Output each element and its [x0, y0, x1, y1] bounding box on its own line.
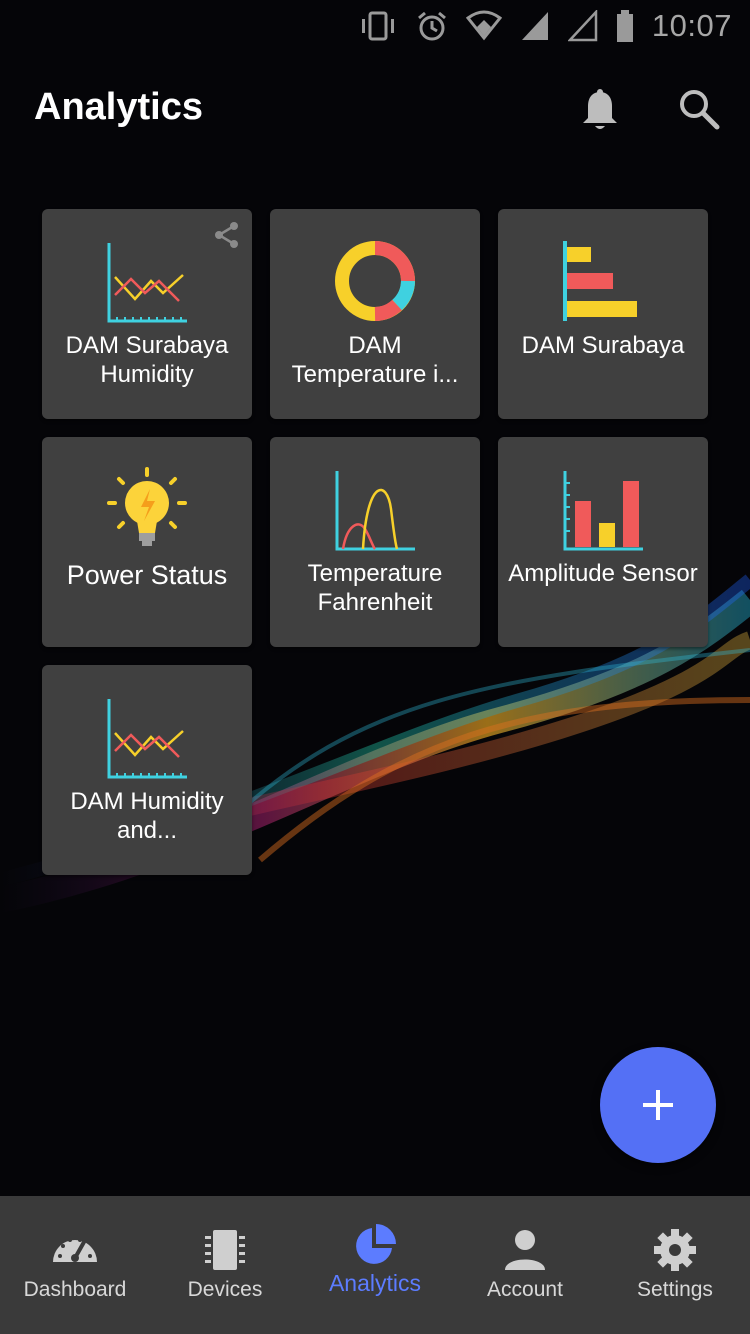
bell-icon[interactable]	[580, 88, 620, 132]
plus-icon	[643, 1090, 673, 1120]
page-title: Analytics	[34, 86, 203, 128]
horizontal-bar-chart-icon	[563, 241, 637, 321]
nav-label: Devices	[187, 1278, 263, 1301]
tile-dam-humidity-and[interactable]: DAM Humidity and...	[42, 665, 252, 875]
tile-amplitude-sensor[interactable]: Amplitude Sensor	[498, 437, 708, 647]
battery-icon	[616, 10, 633, 42]
tile-dam-surabaya-humidity[interactable]: DAM Surabaya Humidity	[42, 209, 252, 419]
tile-dam-temperature[interactable]: DAM Temperature i...	[270, 209, 480, 419]
nav-item-dashboard[interactable]: Dashboard	[0, 1196, 150, 1334]
speedometer-icon	[53, 1238, 97, 1262]
nav-label: Settings	[637, 1278, 713, 1301]
pie-chart-icon	[356, 1224, 396, 1264]
analytics-grid: DAM Surabaya Humidity DAM Temperature i.…	[42, 209, 722, 889]
add-button[interactable]	[600, 1047, 716, 1163]
person-icon	[505, 1230, 545, 1270]
tile-label: Power Status	[66, 560, 228, 590]
alarm-icon	[417, 11, 446, 41]
nav-label: Account	[487, 1278, 563, 1301]
donut-chart-icon	[335, 241, 415, 321]
bar-chart-icon	[563, 471, 643, 551]
tile-label: DAM Surabaya Humidity	[65, 332, 229, 388]
tile-dam-surabaya[interactable]: DAM Surabaya	[498, 209, 708, 419]
app-bar: Analytics	[0, 70, 750, 150]
signal-icon	[521, 12, 548, 40]
wifi-icon	[465, 10, 502, 41]
tile-label: Temperature Fahrenheit	[307, 560, 443, 616]
nav-item-settings[interactable]: Settings	[600, 1196, 750, 1334]
bottom-nav: Dashboard Devices Analytics Account Sett…	[0, 1196, 750, 1334]
line-chart-icon	[107, 243, 187, 323]
share-icon[interactable]	[214, 221, 240, 249]
tile-label: DAM Temperature i...	[291, 332, 459, 388]
nav-label: Dashboard	[23, 1278, 127, 1301]
gear-icon	[654, 1229, 696, 1271]
search-icon[interactable]	[678, 88, 720, 130]
tile-label: DAM Humidity and...	[70, 788, 224, 844]
nav-label: Analytics	[328, 1270, 422, 1296]
tile-temperature-fahrenheit[interactable]: Temperature Fahrenheit	[270, 437, 480, 647]
tile-power-status[interactable]: Power Status	[42, 437, 252, 647]
area-curve-chart-icon	[335, 471, 415, 551]
chip-icon	[205, 1230, 245, 1270]
nav-item-account[interactable]: Account	[450, 1196, 600, 1334]
tile-label: Amplitude Sensor	[508, 560, 698, 587]
signal-empty-icon	[567, 10, 598, 42]
status-time: 10:07	[651, 8, 732, 43]
status-bar: 10:07	[0, 0, 750, 52]
tile-label: DAM Surabaya	[521, 332, 685, 359]
line-chart-icon	[107, 699, 187, 779]
nav-item-analytics[interactable]: Analytics	[300, 1196, 450, 1334]
nav-item-devices[interactable]: Devices	[150, 1196, 300, 1334]
lightbulb-icon	[107, 467, 187, 546]
vibrate-icon	[361, 11, 394, 41]
